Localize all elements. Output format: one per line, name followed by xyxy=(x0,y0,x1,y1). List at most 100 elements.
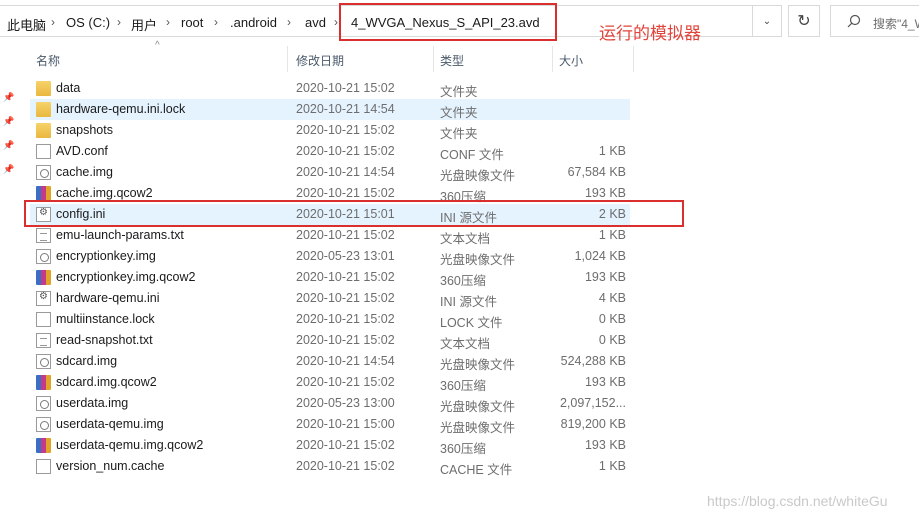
file-type: 文本文档 xyxy=(440,232,491,246)
column-header-name[interactable]: 名称 xyxy=(30,46,287,72)
column-header-type[interactable]: 类型 xyxy=(434,46,552,72)
pin-icon: 📌 xyxy=(3,116,15,126)
breadcrumb-root[interactable]: root xyxy=(181,15,203,30)
file-date: 2020-10-21 14:54 xyxy=(296,102,395,116)
refresh-button[interactable]: ↻ xyxy=(788,5,820,37)
file-type: 文件夹 xyxy=(440,106,478,120)
file-date: 2020-10-21 15:02 xyxy=(296,312,395,326)
breadcrumb-this-pc[interactable]: 此电脑 xyxy=(7,15,46,34)
file-date: 2020-10-21 15:02 xyxy=(296,228,395,242)
file-size: 2,097,152... xyxy=(559,396,626,410)
chevron-down-icon: ⌄ xyxy=(762,15,772,27)
breadcrumb-users[interactable]: 用户 xyxy=(131,15,157,34)
file-row-hardware-qemu-ini[interactable]: hardware-qemu.ini 2020-10-21 15:02 INI 源… xyxy=(30,288,630,309)
file-row-snapshots[interactable]: snapshots 2020-10-21 15:02 文件夹 xyxy=(30,120,630,141)
watermark: https://blog.csdn.net/whiteGu xyxy=(707,493,888,509)
file-type: 光盘映像文件 xyxy=(440,421,516,435)
file-name: hardware-qemu.ini.lock xyxy=(56,102,186,116)
file-name: read-snapshot.txt xyxy=(56,333,153,347)
file-row-data[interactable]: data 2020-10-21 15:02 文件夹 xyxy=(30,78,630,99)
annotation-box-folder xyxy=(339,3,557,41)
file-size: 524,288 KB xyxy=(560,354,626,368)
search-input[interactable]: 搜索"4_W xyxy=(830,5,919,37)
file-type: INI 源文件 xyxy=(440,295,497,309)
file-date: 2020-10-21 15:02 xyxy=(296,459,395,473)
file-row-encryptionkey-img[interactable]: encryptionkey.img 2020-05-23 13:01 光盘映像文… xyxy=(30,246,630,267)
file-size: 193 KB xyxy=(584,270,626,284)
file-name: emu-launch-params.txt xyxy=(56,228,184,242)
file-row-sdcard-img[interactable]: sdcard.img 2020-10-21 14:54 光盘映像文件 524,2… xyxy=(30,351,630,372)
file-date: 2020-10-21 14:54 xyxy=(296,354,395,368)
file-row-cache-img[interactable]: cache.img 2020-10-21 14:54 光盘映像文件 67,584… xyxy=(30,162,630,183)
column-header-size[interactable]: 大小 xyxy=(553,46,633,72)
pin-icon: 📌 xyxy=(3,92,15,102)
file-row-emu-launch-params[interactable]: emu-launch-params.txt 2020-10-21 15:02 文… xyxy=(30,225,630,246)
file-type: LOCK 文件 xyxy=(440,316,503,330)
file-name: version_num.cache xyxy=(56,459,165,473)
breadcrumb-separator[interactable]: › xyxy=(334,15,338,29)
breadcrumb-drive[interactable]: OS (C:) xyxy=(66,15,110,30)
file-date: 2020-10-21 15:02 xyxy=(296,333,395,347)
annotation-box-config-row xyxy=(24,200,684,227)
file-name: cache.img xyxy=(56,165,113,179)
file-row-userdata-qemu-img[interactable]: userdata-qemu.img 2020-10-21 15:00 光盘映像文… xyxy=(30,414,630,435)
file-name: userdata-qemu.img xyxy=(56,417,164,431)
disc-image-icon xyxy=(36,417,51,432)
disc-image-icon xyxy=(36,354,51,369)
address-history-dropdown[interactable]: ⌄ xyxy=(752,5,782,37)
breadcrumb-separator[interactable]: › xyxy=(166,15,170,29)
file-size: 4 KB xyxy=(598,291,626,305)
column-header-date[interactable]: 修改日期 xyxy=(288,46,432,72)
file-name: encryptionkey.img.qcow2 xyxy=(56,270,196,284)
file-type: 光盘映像文件 xyxy=(440,400,516,414)
breadcrumb-separator[interactable]: › xyxy=(51,15,55,29)
file-type: 文件夹 xyxy=(440,127,478,141)
file-size: 1,024 KB xyxy=(574,249,626,263)
breadcrumb-separator[interactable]: › xyxy=(117,15,121,29)
disc-image-icon xyxy=(36,396,51,411)
archive-icon xyxy=(36,438,51,453)
pin-icon: 📌 xyxy=(3,164,15,174)
annotation-label: 运行的模拟器 xyxy=(599,24,701,44)
file-row-avd-conf[interactable]: AVD.conf 2020-10-21 15:02 CONF 文件 1 KB xyxy=(30,141,630,162)
breadcrumb-separator[interactable]: › xyxy=(287,15,291,29)
file-icon xyxy=(36,144,51,159)
breadcrumb-separator[interactable]: › xyxy=(214,15,218,29)
file-type: 光盘映像文件 xyxy=(440,169,516,183)
file-type: 文本文档 xyxy=(440,337,491,351)
ini-file-icon xyxy=(36,291,51,306)
file-date: 2020-10-21 15:02 xyxy=(296,81,395,95)
file-date: 2020-05-23 13:01 xyxy=(296,249,395,263)
file-row-userdata-qemu-img-qcow2[interactable]: userdata-qemu.img.qcow2 2020-10-21 15:02… xyxy=(30,435,630,456)
file-icon xyxy=(36,459,51,474)
file-icon xyxy=(36,312,51,327)
folder-icon xyxy=(36,102,51,117)
search-icon xyxy=(847,14,861,28)
file-date: 2020-10-21 15:00 xyxy=(296,417,395,431)
column-header-label: 名称 xyxy=(36,54,61,68)
file-row-multiinstance-lock[interactable]: multiinstance.lock 2020-10-21 15:02 LOCK… xyxy=(30,309,630,330)
folder-icon xyxy=(36,81,51,96)
file-date: 2020-10-21 15:02 xyxy=(296,375,395,389)
file-name: multiinstance.lock xyxy=(56,312,155,326)
file-row-version-num-cache[interactable]: version_num.cache 2020-10-21 15:02 CACHE… xyxy=(30,456,630,477)
breadcrumb-android[interactable]: .android xyxy=(230,15,277,30)
file-size: 193 KB xyxy=(584,438,626,452)
file-row-sdcard-img-qcow2[interactable]: sdcard.img.qcow2 2020-10-21 15:02 360压缩 … xyxy=(30,372,630,393)
breadcrumb-avd[interactable]: avd xyxy=(305,15,326,30)
file-row-hardware-qemu-ini-lock[interactable]: hardware-qemu.ini.lock 2020-10-21 14:54 … xyxy=(30,99,630,120)
file-row-encryptionkey-img-qcow2[interactable]: encryptionkey.img.qcow2 2020-10-21 15:02… xyxy=(30,267,630,288)
file-type: 360压缩 xyxy=(440,379,486,393)
archive-icon xyxy=(36,186,51,201)
file-type: CACHE 文件 xyxy=(440,463,513,477)
file-size: 67,584 KB xyxy=(567,165,626,179)
column-divider[interactable] xyxy=(633,46,634,72)
file-name: encryptionkey.img xyxy=(56,249,156,263)
file-name: userdata-qemu.img.qcow2 xyxy=(56,438,204,452)
file-type: 光盘映像文件 xyxy=(440,358,516,372)
file-size: 1 KB xyxy=(598,228,626,242)
file-type: 光盘映像文件 xyxy=(440,253,516,267)
file-row-read-snapshot[interactable]: read-snapshot.txt 2020-10-21 15:02 文本文档 … xyxy=(30,330,630,351)
file-row-userdata-img[interactable]: userdata.img 2020-05-23 13:00 光盘映像文件 2,0… xyxy=(30,393,630,414)
archive-icon xyxy=(36,375,51,390)
